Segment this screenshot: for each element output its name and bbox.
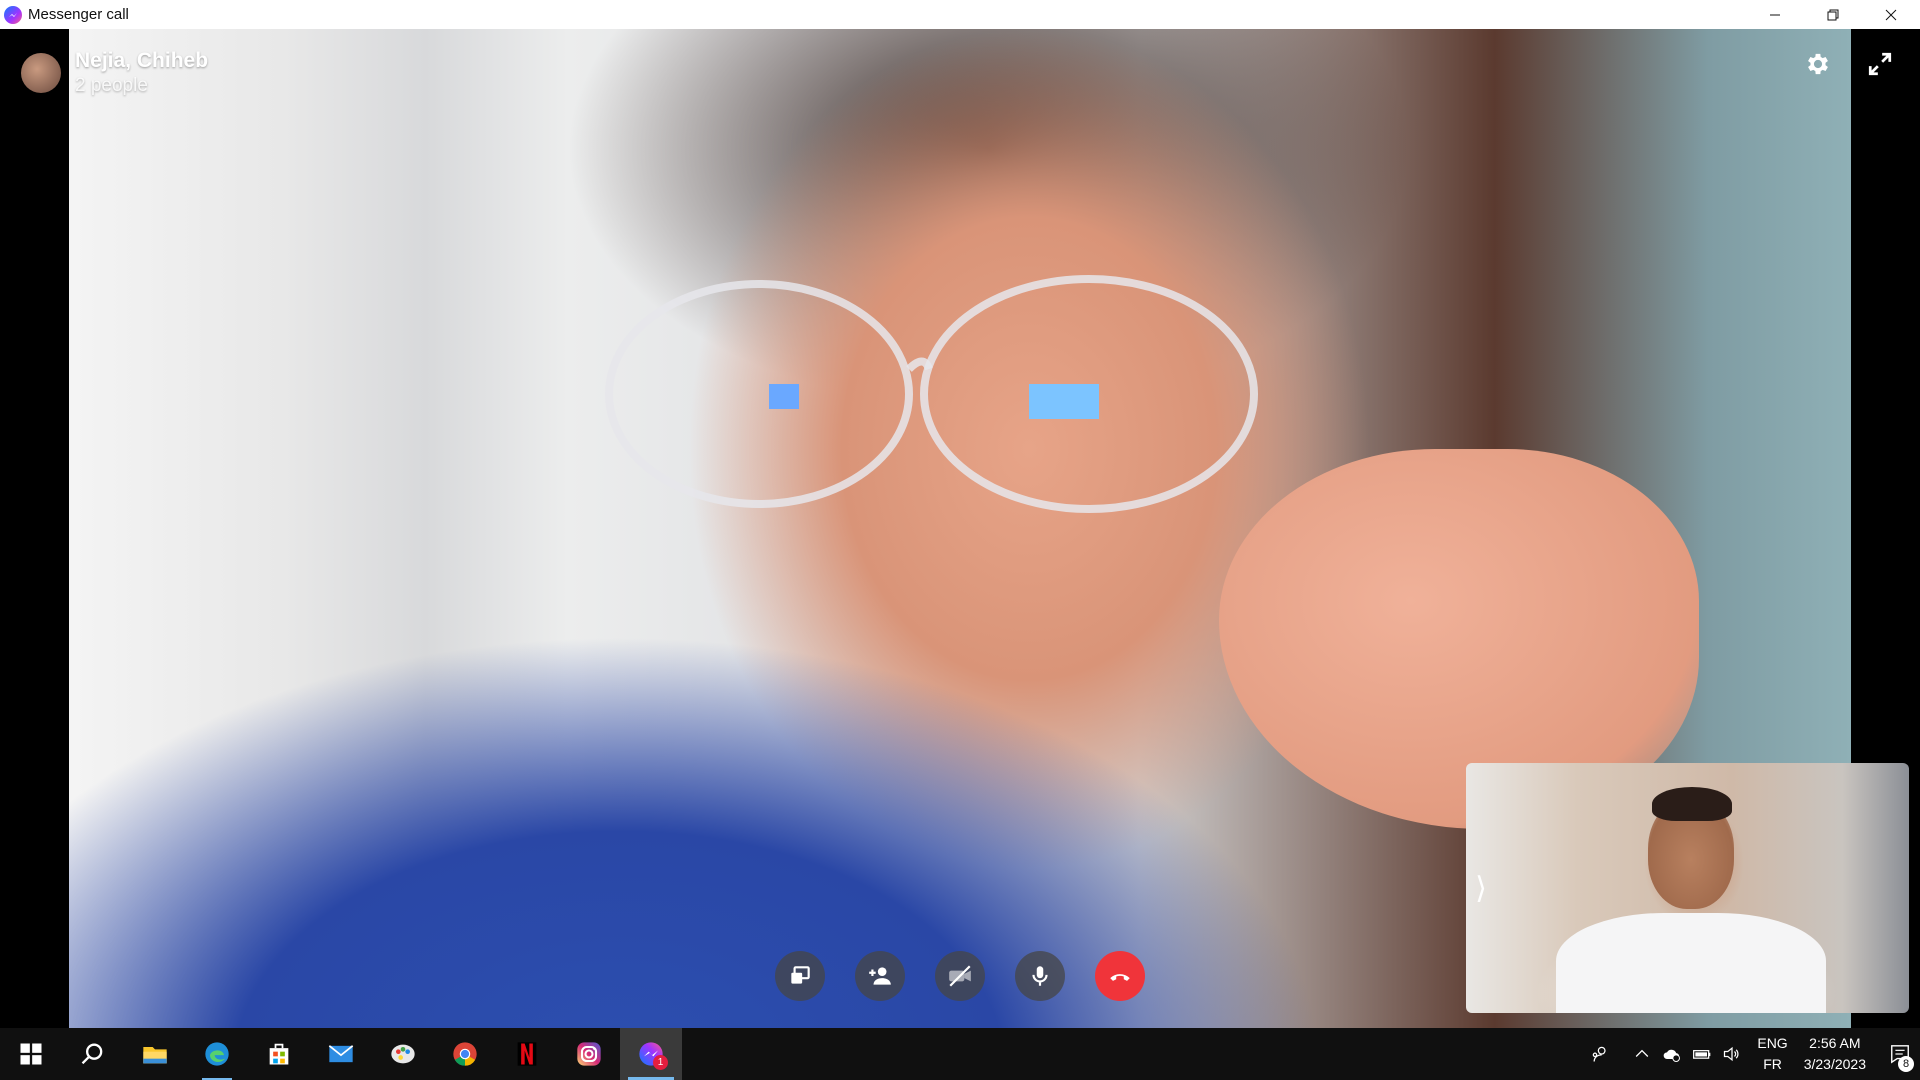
call-stage: Nejia, Chiheb 2 people ⟩ (0, 29, 1920, 1028)
speaker-icon (1724, 1046, 1739, 1062)
share-screen-icon (791, 966, 810, 984)
add-people-button[interactable] (855, 951, 905, 1001)
notification-count-badge: 8 (1898, 1056, 1914, 1072)
file-explorer-button[interactable] (124, 1028, 186, 1080)
call-controls (775, 951, 1145, 1001)
mail-button[interactable] (310, 1028, 372, 1080)
search-button[interactable] (62, 1028, 124, 1080)
paint-button[interactable] (372, 1028, 434, 1080)
instagram-button[interactable] (558, 1028, 620, 1080)
camera-toggle-button[interactable] (935, 951, 985, 1001)
self-view-shirt (1556, 913, 1826, 1013)
messenger-unread-badge: 1 (653, 1055, 668, 1070)
share-screen-button[interactable] (775, 951, 825, 1001)
input-language-button[interactable]: ENG FR (1757, 1033, 1787, 1075)
people-icon (1593, 1046, 1606, 1062)
instagram-icon (577, 1042, 601, 1066)
gear-icon (1808, 53, 1828, 75)
group-avatar (21, 53, 61, 93)
self-view-hair (1652, 787, 1732, 821)
language-secondary: FR (1763, 1056, 1782, 1072)
search-icon (81, 1043, 103, 1065)
clock-button[interactable]: 2:56 AM 3/23/2023 (1804, 1033, 1866, 1075)
chevron-up-icon (1636, 1049, 1649, 1057)
language-primary: ENG (1757, 1035, 1788, 1051)
call-participant-count: 2 people (75, 75, 148, 96)
video-off-icon (949, 965, 971, 987)
call-header: Nejia, Chiheb 2 people (21, 49, 208, 97)
folder-icon (143, 1047, 167, 1064)
messenger-taskbar-button[interactable]: 1 (620, 1028, 682, 1080)
edge-icon (205, 1042, 229, 1066)
clock-date: 3/23/2023 (1803, 1056, 1866, 1072)
microphone-icon (1032, 966, 1048, 986)
people-button[interactable] (1585, 1028, 1615, 1080)
minimize-button[interactable] (1746, 0, 1804, 29)
volume-button[interactable] (1717, 1028, 1747, 1080)
show-hidden-icons-button[interactable] (1627, 1028, 1657, 1080)
hang-up-icon (1110, 974, 1130, 981)
microsoft-store-button[interactable] (248, 1028, 310, 1080)
restore-button[interactable] (1804, 0, 1862, 29)
call-title: Nejia, Chiheb (75, 49, 209, 72)
netflix-icon (517, 1042, 537, 1066)
clock-time: 2:56 AM (1809, 1035, 1861, 1051)
window-title: Messenger call (28, 6, 129, 23)
microphone-button[interactable] (1015, 951, 1065, 1001)
system-tray: ENG FR 2:56 AM 3/23/2023 8 (1585, 1028, 1920, 1080)
messenger-icon (4, 5, 22, 24)
window-title-bar: Messenger call (0, 0, 1920, 29)
onedrive-button[interactable] (1657, 1028, 1687, 1080)
minimize-icon (1770, 14, 1780, 15)
close-button[interactable] (1862, 0, 1920, 29)
add-person-icon (869, 967, 891, 985)
action-center-button[interactable]: 8 (1880, 1028, 1920, 1080)
remote-video-glasses (605, 275, 1258, 513)
collapse-self-view-button[interactable]: ⟩ (1470, 871, 1492, 905)
settings-button[interactable] (1796, 42, 1840, 86)
close-icon (1885, 9, 1897, 20)
netflix-button[interactable] (496, 1028, 558, 1080)
cloud-sync-icon (1664, 1049, 1681, 1062)
chrome-icon (453, 1042, 477, 1066)
battery-icon (1693, 1050, 1711, 1059)
paint-icon (391, 1044, 415, 1064)
windows-icon (20, 1043, 42, 1065)
store-icon (269, 1043, 289, 1065)
edge-button[interactable] (186, 1028, 248, 1080)
fullscreen-button[interactable] (1858, 42, 1902, 86)
self-view-video[interactable]: ⟩ (1466, 763, 1909, 1013)
chrome-button[interactable] (434, 1028, 496, 1080)
restore-icon (1827, 9, 1839, 20)
taskbar: 1 ENG FR 2:56 AM 3/23/2023 8 (0, 1028, 1920, 1080)
battery-button[interactable] (1687, 1028, 1717, 1080)
mail-icon (328, 1045, 354, 1063)
expand-icon (1868, 52, 1892, 76)
end-call-button[interactable] (1095, 951, 1145, 1001)
start-button[interactable] (0, 1028, 62, 1080)
